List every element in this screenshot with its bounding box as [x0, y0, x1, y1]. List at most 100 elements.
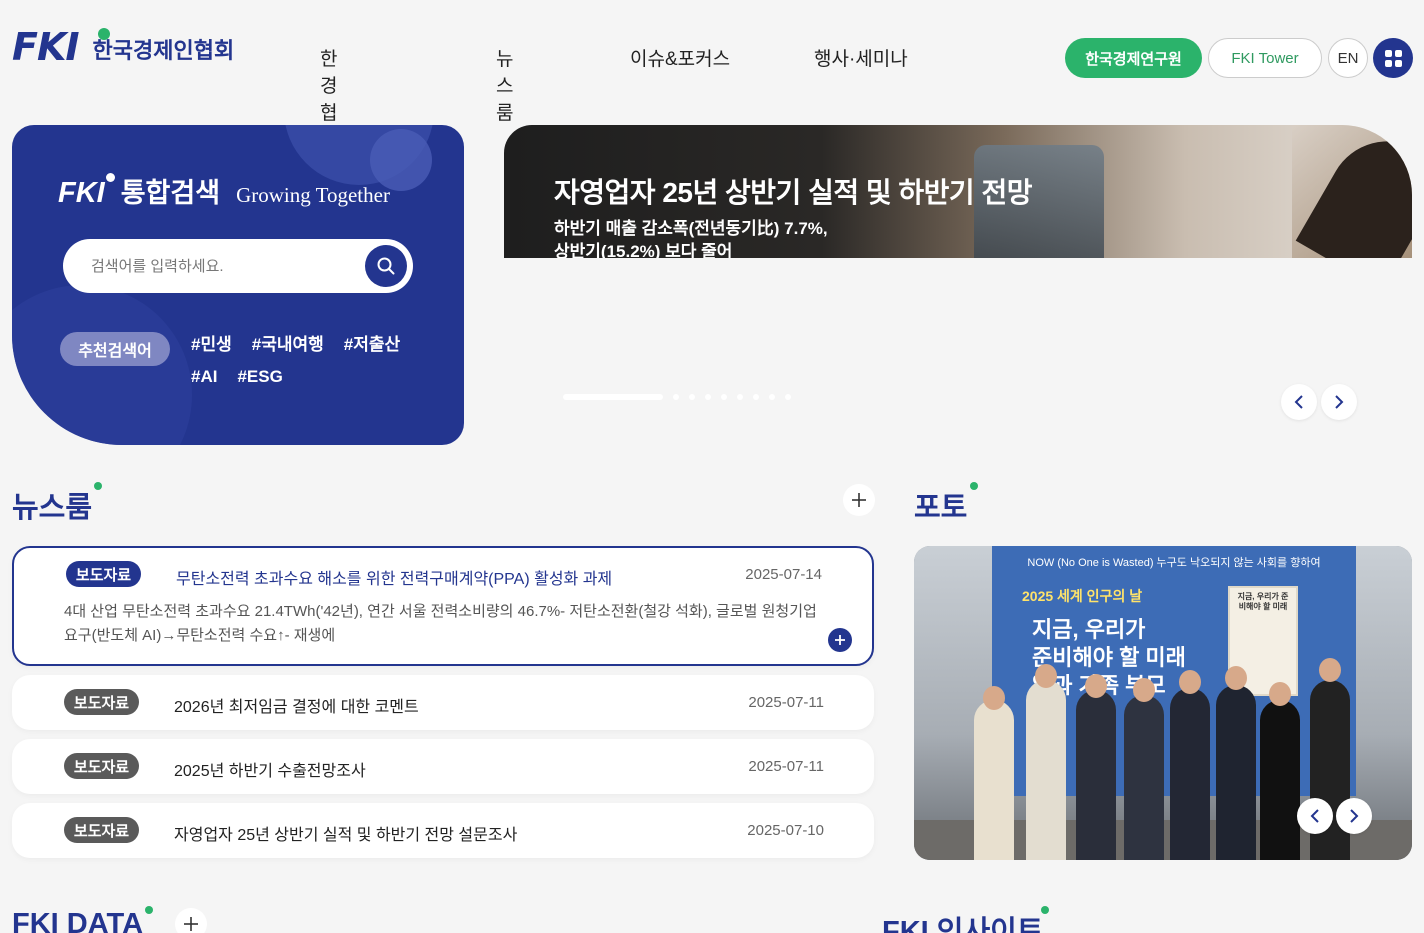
plus-icon: [184, 917, 198, 931]
person-figure: [1076, 690, 1116, 860]
search-input[interactable]: [91, 239, 351, 293]
pagination-dot[interactable]: [689, 394, 695, 400]
tag-link[interactable]: #민생: [191, 330, 232, 355]
news-item[interactable]: 보도자료 2025년 하반기 수출전망조사 2025-07-11: [12, 739, 874, 794]
plus-icon: [835, 635, 845, 645]
search-icon: [377, 257, 395, 275]
person-figure: [1124, 695, 1164, 860]
photo-prev-button[interactable]: [1297, 798, 1333, 834]
search-brand: FKI: [58, 173, 115, 210]
logo-text: 한국경제인협회: [92, 38, 235, 63]
fki-tower-button[interactable]: FKI Tower: [1208, 38, 1322, 78]
news-title: 자영업자 25년 상반기 실적 및 하반기 전망 설문조사: [174, 827, 518, 844]
person-head: [983, 686, 1005, 710]
event-banner-heading: 2025 세계 인구의 날: [1022, 588, 1143, 604]
banner-title: 자영업자 25년 상반기 실적 및 하반기 전망: [554, 177, 1032, 208]
pagination-active[interactable]: [563, 394, 663, 400]
title-dot: [145, 906, 153, 914]
news-badge: 보도자료: [64, 753, 139, 779]
person-head: [1179, 670, 1201, 694]
grid-menu-icon: [1384, 49, 1402, 67]
fki-logo[interactable]: FKI 한국경제인협회: [12, 28, 234, 66]
pagination-dot[interactable]: [673, 394, 679, 400]
news-date: 2025-07-14: [745, 566, 822, 583]
newsroom-more-button[interactable]: [843, 484, 875, 516]
logo-mark: FKI: [12, 25, 80, 69]
person-head: [1269, 682, 1291, 706]
tag-link[interactable]: #저출산: [344, 330, 400, 355]
news-date: 2025-07-10: [747, 822, 824, 839]
banner-next-button[interactable]: [1321, 384, 1357, 420]
language-button[interactable]: EN: [1328, 38, 1368, 78]
news-summary: 4대 산업 무탄소전력 초과수요 21.4TWh('42년), 연간 서울 전력…: [64, 603, 817, 644]
news-date: 2025-07-11: [748, 694, 824, 711]
person-head: [1319, 658, 1341, 682]
slider-pagination: [563, 394, 801, 400]
search-box: [63, 239, 413, 293]
chevron-right-icon: [1335, 395, 1344, 409]
title-dot: [1041, 906, 1049, 914]
all-menu-button[interactable]: [1373, 38, 1413, 78]
person-head: [1085, 674, 1107, 698]
person-figure: [974, 700, 1014, 860]
search-title: FKI 통합검색 Growing Together: [58, 171, 390, 210]
fki-data-more-button[interactable]: [175, 908, 207, 933]
person-head: [1225, 666, 1247, 690]
title-dot: [970, 482, 978, 490]
kei-button[interactable]: 한국경제연구원: [1065, 38, 1202, 78]
event-banner-top: NOW (No One is Wasted) 누구도 낙오되지 않는 사회를 향…: [1027, 557, 1321, 569]
fki-data-title: FKI DATA: [12, 908, 144, 933]
pagination-dot[interactable]: [705, 394, 711, 400]
recommended-label: 추천검색어: [60, 332, 170, 366]
tag-link[interactable]: #ESG: [237, 367, 282, 387]
person-figure: [1026, 680, 1066, 860]
news-title: 2025년 하반기 수출전망조사: [174, 763, 366, 780]
photo-title: 포토: [914, 492, 968, 524]
pagination-dot[interactable]: [785, 394, 791, 400]
fki-insight-title: FKI 인사이트: [882, 916, 1044, 933]
pagination-dot[interactable]: [753, 394, 759, 400]
chevron-left-icon: [1294, 395, 1303, 409]
nav-events[interactable]: 행사·세미나: [814, 44, 908, 71]
news-item-featured[interactable]: 보도자료 무탄소전력 초과수요 해소를 위한 전력구매계약(PPA) 활성화 과…: [12, 546, 874, 666]
plus-icon: [852, 493, 866, 507]
pagination-dot[interactable]: [769, 394, 775, 400]
news-badge: 보도자료: [64, 689, 139, 715]
tag-link[interactable]: #AI: [191, 367, 217, 387]
pagination-dot[interactable]: [721, 394, 727, 400]
photo-slide[interactable]: NOW (No One is Wasted) 누구도 낙오되지 않는 사회를 향…: [914, 546, 1412, 860]
person-figure: [1170, 688, 1210, 860]
photo-next-button[interactable]: [1336, 798, 1372, 834]
banner-prev-button[interactable]: [1281, 384, 1317, 420]
newsroom-title: 뉴스룸: [12, 492, 93, 524]
person-head: [1133, 678, 1155, 702]
title-dot: [94, 482, 102, 490]
banner-subtitle: 하반기 매출 감소폭(전년동기比) 7.7%, 상반기(15.2%) 보다 줄어: [554, 217, 828, 258]
page: FKI 한국경제인협회 한경협 소개 뉴스룸 이슈&포커스 행사·세미나 한국경…: [0, 0, 1424, 933]
slogan: Growing Together: [236, 183, 390, 207]
news-title: 2026년 최저임금 결정에 대한 코멘트: [174, 699, 419, 716]
chevron-right-icon: [1350, 809, 1359, 823]
news-item[interactable]: 보도자료 자영업자 25년 상반기 실적 및 하반기 전망 설문조사 2025-…: [12, 803, 874, 858]
person-figure: [1260, 700, 1300, 860]
news-title: 무탄소전력 초과수요 해소를 위한 전력구매계약(PPA) 활성화 과제: [176, 571, 613, 588]
logo-dot: [98, 28, 110, 40]
search-panel: FKI 통합검색 Growing Together 추천검색어 #민생 #국내여…: [12, 125, 464, 445]
banner-sub-line: 상반기(15.2%) 보다 줄어: [554, 242, 733, 258]
banner-sub-line: 하반기 매출 감소폭(전년동기比) 7.7%,: [554, 219, 828, 238]
news-badge: 보도자료: [66, 561, 141, 587]
search-button[interactable]: [365, 245, 407, 287]
nav-newsroom[interactable]: 뉴스룸: [496, 44, 513, 125]
person-head: [1035, 664, 1057, 688]
news-expand-button[interactable]: [828, 628, 852, 652]
search-heading: 통합검색: [120, 178, 221, 208]
chevron-left-icon: [1310, 809, 1319, 823]
pagination-dot[interactable]: [737, 394, 743, 400]
person-figure: [1216, 685, 1256, 860]
news-date: 2025-07-11: [748, 758, 824, 775]
tag-link[interactable]: #국내여행: [252, 330, 324, 355]
news-badge: 보도자료: [64, 817, 139, 843]
nav-issues[interactable]: 이슈&포커스: [630, 44, 730, 71]
news-item[interactable]: 보도자료 2026년 최저임금 결정에 대한 코멘트 2025-07-11: [12, 675, 874, 730]
main-banner[interactable]: 자영업자 25년 상반기 실적 및 하반기 전망 하반기 매출 감소폭(전년동기…: [504, 125, 1412, 258]
